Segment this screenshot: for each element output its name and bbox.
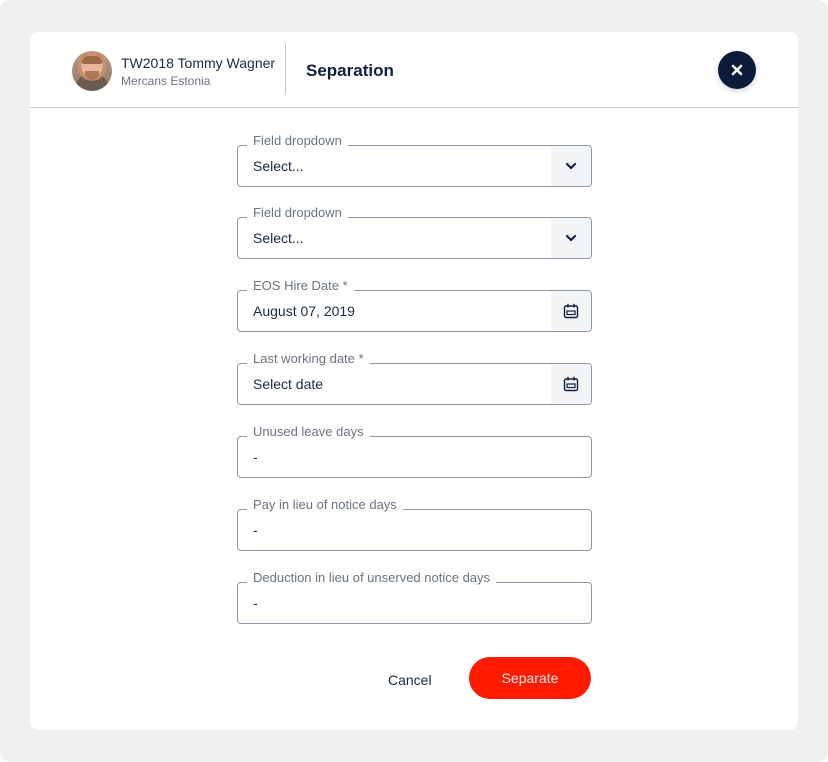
separate-button[interactable]: Separate (469, 657, 591, 699)
dropdown-toggle[interactable] (551, 218, 591, 258)
close-button[interactable] (718, 51, 756, 89)
field-label: Unused leave days (247, 424, 370, 439)
employee-name: TW2018 Tommy Wagner (121, 55, 276, 71)
cancel-button[interactable]: Cancel (382, 668, 438, 692)
avatar-hair (82, 56, 102, 64)
field-value: - (253, 522, 258, 538)
calendar-icon (563, 303, 579, 319)
field-dropdown-2[interactable]: Field dropdown Select... (237, 205, 592, 259)
field-label: Deduction in lieu of unserved notice day… (247, 570, 497, 585)
field-label: EOS Hire Date * (247, 278, 354, 293)
avatar (72, 51, 112, 91)
text-input-box[interactable] (237, 436, 592, 478)
field-value: - (253, 449, 258, 465)
field-label: Field dropdown (247, 205, 348, 220)
separation-modal: TW2018 Tommy Wagner Mercans Estonia Sepa… (30, 32, 798, 730)
employee-company: Mercans Estonia (121, 74, 211, 88)
header-divider (285, 43, 286, 95)
field-label: Field dropdown (247, 133, 348, 148)
deduction-in-lieu-field[interactable]: Deduction in lieu of unserved notice day… (237, 570, 592, 624)
chevron-down-icon (565, 234, 577, 242)
pay-in-lieu-field[interactable]: Pay in lieu of notice days - (237, 497, 592, 551)
dropdown-value: Select... (253, 158, 304, 174)
calendar-icon (563, 376, 579, 392)
text-input-box[interactable] (237, 509, 592, 551)
close-icon (731, 64, 743, 76)
date-value: August 07, 2019 (253, 303, 355, 319)
dropdown-toggle[interactable] (551, 146, 591, 186)
calendar-button[interactable] (551, 291, 591, 331)
field-dropdown-1[interactable]: Field dropdown Select... (237, 133, 592, 187)
page-title: Separation (306, 61, 394, 80)
dropdown-value: Select... (253, 230, 304, 246)
date-placeholder: Select date (253, 376, 324, 392)
unused-leave-days-field[interactable]: Unused leave days - (237, 424, 592, 478)
text-input-box[interactable] (237, 582, 592, 624)
calendar-button[interactable] (551, 364, 591, 404)
chevron-down-icon (565, 162, 577, 170)
eos-hire-date-field[interactable]: EOS Hire Date * August 07, 2019 (237, 278, 592, 332)
modal-header: TW2018 Tommy Wagner Mercans Estonia Sepa… (30, 32, 798, 108)
last-working-date-field[interactable]: Last working date * Select date (237, 351, 592, 405)
field-label: Last working date * (247, 351, 370, 366)
field-value: - (253, 595, 258, 611)
field-label: Pay in lieu of notice days (247, 497, 403, 512)
avatar-beard (85, 71, 99, 80)
